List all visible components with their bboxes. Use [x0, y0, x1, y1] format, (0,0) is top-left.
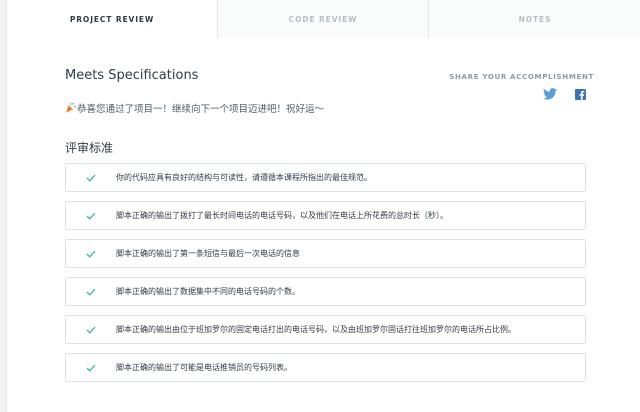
- criterion-item: 脚本正确的输出了可能是电话推销员的号码列表。: [65, 353, 586, 382]
- review-title: Meets Specifications: [65, 68, 199, 83]
- twitter-icon[interactable]: [543, 88, 557, 100]
- criteria-list: 你的代码应具有良好的结构与可读性，请遵循本课程所指出的最佳规范。 脚本正确的输出…: [65, 163, 586, 391]
- criterion-item: 你的代码应具有良好的结构与可读性，请遵循本课程所指出的最佳规范。: [65, 163, 586, 192]
- check-icon: [86, 288, 96, 296]
- check-icon: [86, 250, 96, 258]
- share-label: SHARE YOUR ACCOMPLISHMENT: [449, 73, 594, 81]
- check-icon: [86, 326, 96, 334]
- facebook-icon[interactable]: [575, 89, 586, 100]
- tab-project-review[interactable]: PROJECT REVIEW: [7, 0, 218, 39]
- check-icon: [86, 364, 96, 372]
- criterion-text: 脚本正确的输出了数据集中不同的电话号码的个数。: [116, 287, 300, 296]
- criterion-text: 脚本正确的输出了拨打了最长时间电话的电话号码，以及他们在电话上所花费的总时长（秒…: [116, 211, 448, 220]
- congrats-text: 恭喜您通过了项目一！继续向下一个项目迈进吧！祝好运～: [77, 104, 325, 115]
- criterion-text: 你的代码应具有良好的结构与可读性，请遵循本课程所指出的最佳规范。: [116, 173, 372, 182]
- tab-bar: PROJECT REVIEW CODE REVIEW NOTES: [7, 0, 640, 39]
- criterion-item: 脚本正确的输出由位于班加罗尔的固定电话打出的电话号码，以及由班加罗尔固话打往班加…: [65, 315, 586, 344]
- congrats-message: 恭喜您通过了项目一！继续向下一个项目迈进吧！祝好运～: [65, 101, 324, 115]
- criterion-text: 脚本正确的输出了第一条短信与最后一次电话的信息: [116, 249, 300, 258]
- criterion-text: 脚本正确的输出由位于班加罗尔的固定电话打出的电话号码，以及由班加罗尔固话打往班加…: [116, 325, 516, 334]
- check-icon: [86, 212, 96, 220]
- criteria-heading: 评审标准: [65, 141, 114, 155]
- tab-code-review[interactable]: CODE REVIEW: [218, 0, 429, 38]
- criterion-text: 脚本正确的输出了可能是电话推销员的号码列表。: [116, 363, 292, 372]
- criterion-item: 脚本正确的输出了第一条短信与最后一次电话的信息: [65, 239, 586, 268]
- check-icon: [86, 174, 96, 182]
- review-panel: PROJECT REVIEW CODE REVIEW NOTES Meets S…: [6, 0, 640, 412]
- tab-notes[interactable]: NOTES: [429, 0, 640, 38]
- criterion-item: 脚本正确的输出了拨打了最长时间电话的电话号码，以及他们在电话上所花费的总时长（秒…: [65, 201, 586, 230]
- criterion-item: 脚本正确的输出了数据集中不同的电话号码的个数。: [65, 277, 586, 306]
- party-popper-icon: [65, 102, 76, 114]
